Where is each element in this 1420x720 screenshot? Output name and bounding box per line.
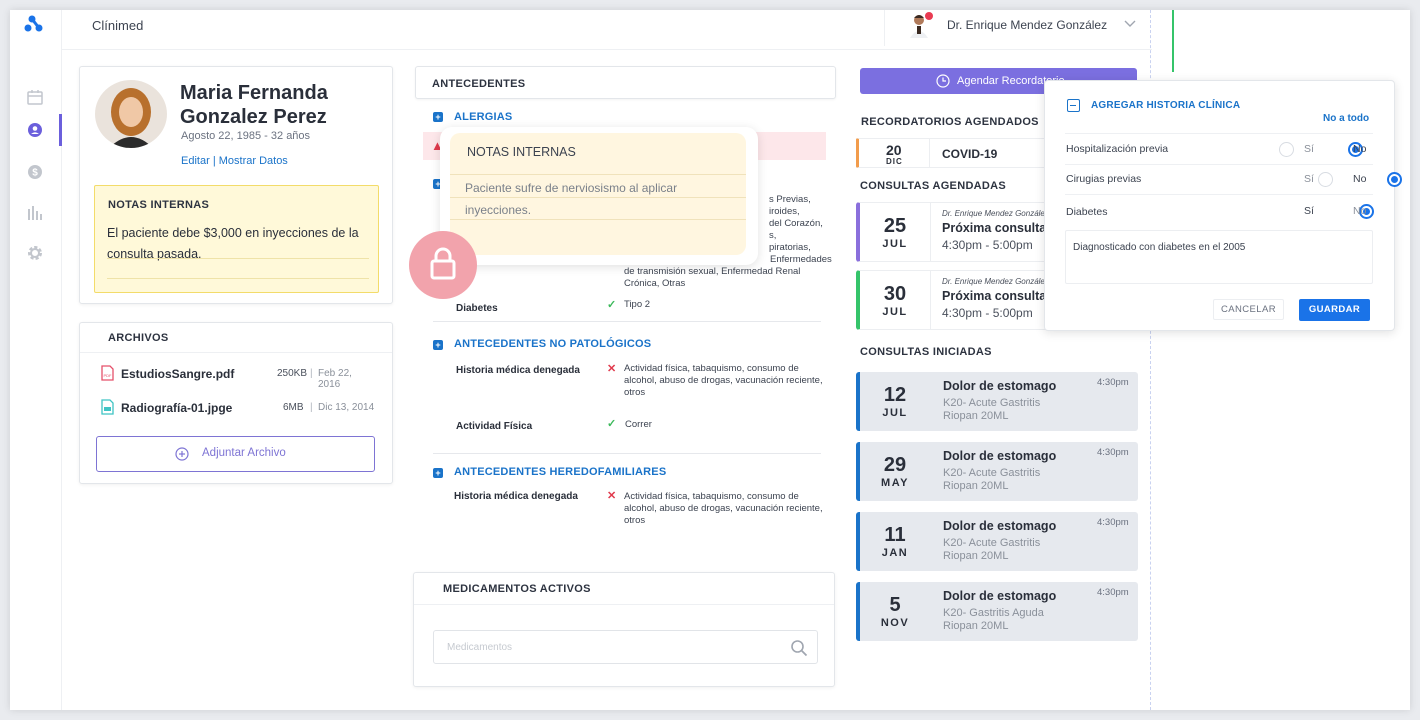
reminders-title: RECORDATORIOS AGENDADOS	[861, 116, 1039, 128]
sidebar: $	[10, 10, 62, 710]
svg-text:PDF: PDF	[104, 373, 113, 378]
files-card: ARCHIVOS PDF EstudiosSangre.pdf 250KB | …	[79, 322, 393, 484]
popup-notes-text[interactable]: Paciente sufre de nerviosismo al aplicar…	[465, 177, 730, 221]
files-title: ARCHIVOS	[108, 332, 169, 344]
file-row[interactable]: PDF EstudiosSangre.pdf 250KB | Feb 22, 2…	[100, 363, 376, 391]
top-bar: Clínimed Dr. Enrique Mendez González	[62, 10, 1152, 50]
popup-title: AGREGAR HISTORIA CLÍNICA	[1091, 100, 1241, 111]
lock-button[interactable]	[409, 231, 477, 299]
history-value: Actividad física, tabaquismo, consumo de…	[624, 363, 823, 398]
diabetes-label: Diabetes	[456, 303, 498, 314]
file-size: 250KB	[277, 368, 308, 379]
search-icon[interactable]	[790, 639, 808, 657]
svg-text:$: $	[32, 168, 38, 179]
clinimed-logo[interactable]	[24, 14, 44, 34]
app-window: $ Clínimed Dr. Enrique Mendez González M…	[10, 10, 1410, 710]
check-icon: ✓	[607, 299, 617, 311]
patient-name: Maria Fernanda Gonzalez Perez	[180, 82, 328, 128]
patient-avatar	[95, 80, 167, 148]
clock-icon	[936, 74, 950, 88]
patient-card: Maria Fernanda Gonzalez Perez Agosto 22, …	[79, 66, 393, 304]
chevron-down-icon[interactable]	[1124, 20, 1136, 28]
file-name: EstudiosSangre.pdf	[121, 367, 235, 381]
popup-notes-title: NOTAS INTERNAS	[467, 145, 576, 159]
expand-allergies-button[interactable]: +	[433, 112, 443, 122]
radio-yes[interactable]	[1317, 172, 1333, 187]
attach-file-button[interactable]: Adjuntar Archivo	[96, 436, 375, 472]
radio-no[interactable]	[1387, 172, 1403, 187]
pdf-file-icon: PDF	[101, 365, 114, 381]
check-icon: ✓	[607, 418, 617, 430]
file-name: Radiografía-01.jpge	[121, 401, 233, 415]
edit-link[interactable]: Editar	[181, 155, 210, 167]
dollar-icon[interactable]: $	[26, 163, 44, 181]
scheduled-title: CONSULTAS AGENDADAS	[860, 180, 1007, 192]
chart-icon[interactable]	[26, 204, 44, 222]
plus-circle-icon	[175, 447, 189, 461]
image-file-icon	[101, 399, 114, 415]
active-indicator	[59, 114, 62, 146]
notes-popup: NOTAS INTERNAS Paciente sufre de nervios…	[440, 127, 758, 265]
started-consultation[interactable]: 5 NOV Dolor de estomago 4:30pm K20- Gastr…	[856, 582, 1138, 641]
history-row-label: Cirugias previas	[1066, 173, 1142, 185]
gear-icon[interactable]	[26, 244, 44, 262]
medications-search-input[interactable]: Medicamentos	[433, 630, 818, 664]
started-consultation[interactable]: 12 JUL Dolor de estomago 4:30pm K20- Acut…	[856, 372, 1138, 431]
cancel-button[interactable]: CANCELAR	[1213, 299, 1284, 320]
cross-icon: ✕	[607, 490, 617, 502]
notes-title: NOTAS INTERNAS	[108, 199, 210, 211]
file-date: Dic 13, 2014	[318, 402, 375, 413]
file-date: Feb 22, 2016	[318, 368, 352, 390]
hereditary-value: Actividad física, tabaquismo, consumo de…	[624, 491, 823, 526]
started-consultation[interactable]: 29 MAY Dolor de estomago 4:30pm K20- Acut…	[856, 442, 1138, 501]
started-consultation[interactable]: 11 JAN Dolor de estomago 4:30pm K20- Acut…	[856, 512, 1138, 571]
medications-card: MEDICAMENTOS ACTIVOS Medicamentos	[413, 572, 835, 687]
show-data-link[interactable]: Mostrar Datos	[219, 155, 288, 167]
cross-icon: ✕	[607, 363, 617, 375]
activity-label: Actividad Física	[456, 421, 533, 432]
allergies-title[interactable]: ALERGIAS	[454, 111, 512, 123]
app-name: Clínimed	[92, 18, 144, 33]
started-title: CONSULTAS INICIADAS	[860, 346, 992, 358]
doctor-avatar[interactable]	[908, 12, 933, 38]
history-row-label: Diabetes	[1066, 206, 1108, 218]
history-label: Historia médica denegada	[456, 365, 580, 376]
antecedentes-header: ANTECEDENTES	[415, 66, 836, 99]
collapse-icon[interactable]	[1067, 99, 1080, 112]
clinical-history-popup: AGREGAR HISTORIA CLÍNICA No a todo Hospi…	[1044, 80, 1403, 331]
expand-hereditary-button[interactable]: +	[433, 468, 443, 478]
non-pathological-title[interactable]: ANTECEDENTES NO PATOLÓGICOS	[454, 338, 651, 350]
activity-value: Correr	[625, 419, 652, 430]
timeline-marker	[1172, 10, 1174, 72]
diabetes-value: Tipo 2	[624, 299, 651, 310]
file-row[interactable]: Radiografía-01.jpge 6MB | Dic 13, 2014	[100, 397, 376, 425]
notification-dot	[925, 12, 933, 20]
user-name[interactable]: Dr. Enrique Mendez González	[947, 18, 1107, 32]
expand-non-pathological-button[interactable]: +	[433, 340, 443, 350]
file-size: 6MB	[283, 402, 304, 413]
hereditary-label: Historia médica denegada	[454, 491, 578, 502]
calendar-icon[interactable]	[26, 88, 44, 106]
hereditary-title[interactable]: ANTECEDENTES HEREDOFAMILIARES	[454, 466, 666, 478]
medications-title: MEDICAMENTOS ACTIVOS	[443, 583, 591, 595]
history-row-label: Hospitalización previa	[1066, 143, 1169, 155]
history-note-textarea[interactable]: Diagnosticado con diabetes en el 2005	[1065, 230, 1373, 284]
lock-icon	[430, 247, 456, 280]
patient-actions: Editar | Mostrar Datos	[181, 155, 288, 167]
no-to-all-link[interactable]: No a todo	[1323, 113, 1369, 124]
radio-yes[interactable]	[1279, 142, 1294, 157]
save-button[interactable]: GUARDAR	[1299, 299, 1370, 321]
patient-dob: Agosto 22, 1985 - 32 años	[181, 130, 311, 142]
user-icon[interactable]	[26, 121, 44, 139]
internal-notes: NOTAS INTERNAS El paciente debe $3,000 e…	[94, 185, 379, 293]
